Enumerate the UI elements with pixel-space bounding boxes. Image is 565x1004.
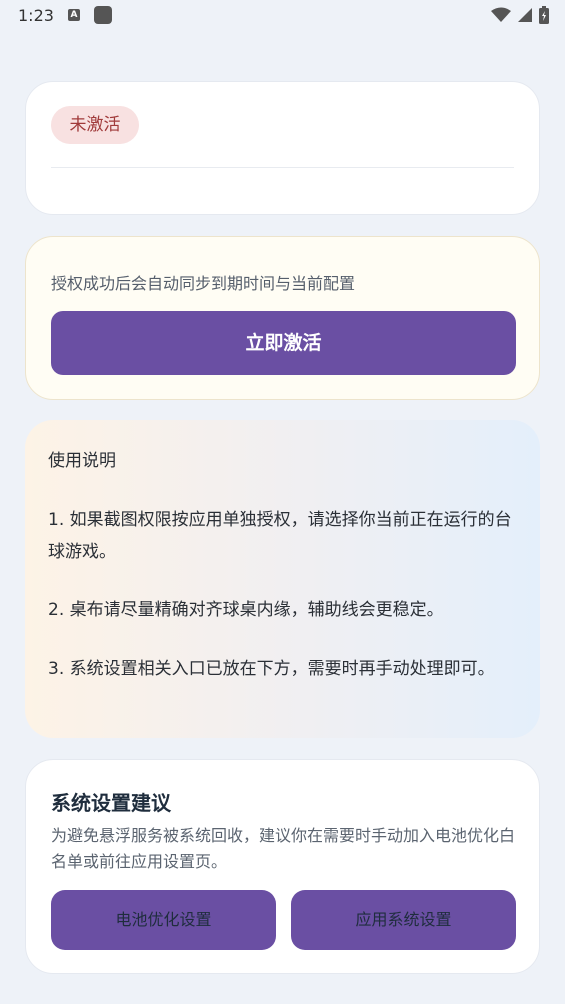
guide-title: 使用说明 [48,451,116,471]
status-icons [491,5,549,25]
battery-optimization-button[interactable]: 电池优化设置 [51,890,276,950]
notification-app-icon [94,6,112,24]
activate-now-button[interactable]: 立即激活 [51,311,516,375]
guide-item: 3. 系统设置相关入口已放在下方，需要时再手动处理即可。 [48,659,495,679]
wifi-icon [491,7,511,22]
status-badge: 未激活 [51,106,139,144]
activate-hint: 授权成功后会自动同步到期时间与当前配置 [51,274,356,293]
status-time: 1:23 [18,6,54,25]
usage-guide-card: 使用说明 1. 如果截图权限按应用单独授权，请选择你当前正在运行的台球游戏。 2… [25,420,540,738]
guide-item: 1. 如果截图权限按应用单独授权，请选择你当前正在运行的台球游戏。 [48,510,512,562]
guide-item: 2. 桌布请尽量精确对齐球桌内缘，辅助线会更稳定。 [48,600,444,620]
settings-description: 为避免悬浮服务被系统回收，建议你在需要时手动加入电池优化白名单或前往应用设置页。 [51,826,516,871]
divider [51,167,514,168]
battery-icon [539,6,549,24]
notification-a-icon: A [68,9,80,21]
activation-status-card: 未激活 [25,81,540,215]
system-settings-card: 系统设置建议 为避免悬浮服务被系统回收，建议你在需要时手动加入电池优化白名单或前… [25,759,540,974]
status-bar: 1:23 A [0,0,565,32]
activate-card: 授权成功后会自动同步到期时间与当前配置 立即激活 [25,236,540,400]
app-settings-button[interactable]: 应用系统设置 [291,890,516,950]
signal-icon [518,8,532,22]
settings-title: 系统设置建议 [51,791,171,815]
